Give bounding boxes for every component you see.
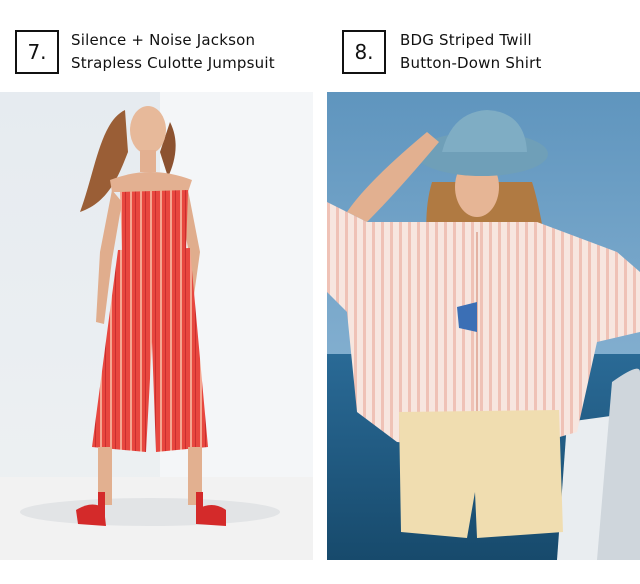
product-title[interactable]: Silence + Noise Jackson Strapless Culott… <box>71 29 275 75</box>
product-title-line: BDG Striped Twill <box>400 31 532 49</box>
jumpsuit-photo-illustration <box>0 92 313 560</box>
product-image[interactable] <box>0 92 313 560</box>
product-image[interactable] <box>327 92 640 560</box>
item-number-badge: 7. <box>15 30 59 74</box>
product-title-line: Button-Down Shirt <box>400 54 542 72</box>
product-title[interactable]: BDG Striped Twill Button-Down Shirt <box>400 29 542 75</box>
product-header: 7. Silence + Noise Jackson Strapless Cul… <box>0 0 313 92</box>
product-title-line: Silence + Noise Jackson <box>71 31 256 49</box>
shirt-photo-illustration <box>327 92 640 560</box>
product-header: 8. BDG Striped Twill Button-Down Shirt <box>327 0 640 92</box>
item-number-badge: 8. <box>342 30 386 74</box>
product-title-line: Strapless Culotte Jumpsuit <box>71 54 275 72</box>
